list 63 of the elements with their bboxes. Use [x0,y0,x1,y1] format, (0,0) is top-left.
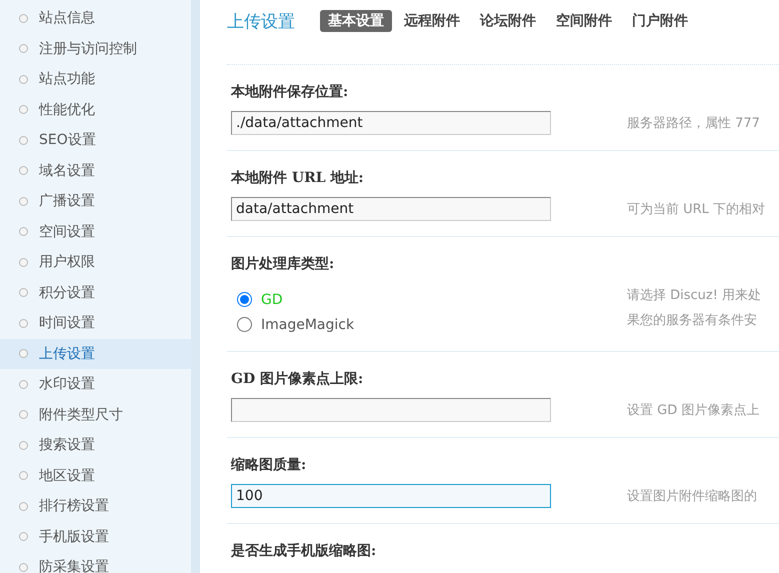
bullet-icon [19,44,28,54]
sidebar-item[interactable]: 性能优化 [0,94,191,125]
setting-label: 缩略图质量: [231,456,308,475]
sidebar-item[interactable]: 手机版设置 [0,522,191,552]
text-field[interactable] [231,398,551,422]
sidebar-item[interactable]: SEO设置 [0,125,191,156]
setting-hint: 果您的服务器有条件安 [627,312,758,330]
bullet-icon [19,532,28,542]
bullet-icon [19,471,28,480]
bullet-icon [19,258,28,267]
page-title: 上传设置 [227,10,295,32]
bullet-icon [19,318,28,328]
text-field[interactable]: ./data/attachment [231,111,551,135]
setting-label: 本地附件 URL 地址: [231,169,365,188]
setting-label: GD 图片像素点上限: [231,370,364,389]
bullet-icon [19,166,28,176]
setting-hint: 服务器路径，属性 777 [627,115,760,133]
bullet-icon [19,502,28,511]
sidebar-item[interactable]: 上传设置 [0,338,191,369]
radio-label: ImageMagick [261,316,354,332]
bullet-icon [19,105,28,114]
bullet-icon [19,196,28,206]
bullet-icon [19,288,28,298]
bullet-icon [19,380,28,389]
radio-button[interactable] [237,317,252,332]
sidebar-item[interactable]: 防采集设置 [0,552,191,573]
bullet-icon [19,14,28,23]
tab[interactable]: 空间附件 [548,10,620,32]
tab[interactable]: 基本设置 [320,10,392,32]
radio-label: GD [261,292,283,308]
text-field[interactable]: data/attachment [231,197,551,221]
sidebar-item[interactable]: 积分设置 [0,278,191,308]
sidebar-item[interactable]: 广播设置 [0,186,191,216]
sidebar-item[interactable]: 地区设置 [0,460,191,491]
sidebar-item[interactable]: 搜索设置 [0,430,191,460]
bullet-icon [19,136,28,145]
sidebar-item[interactable]: 域名设置 [0,156,191,186]
setting-hint: 请选择 Discuz! 用来处 [627,287,762,305]
sidebar-item[interactable]: 用户权限 [0,247,191,278]
setting-label: 图片处理库类型: [231,254,336,274]
sidebar-item[interactable]: 站点信息 [0,3,191,34]
sidebar-item[interactable]: 站点功能 [0,64,191,94]
radio-button[interactable] [237,292,252,307]
setting-label: 本地附件保存位置: [231,83,350,102]
text-field[interactable]: 100 [231,484,551,508]
setting-hint: 设置 GD 图片像素点上 [627,402,760,420]
bullet-icon [19,74,28,84]
sidebar-item[interactable]: 水印设置 [0,369,191,400]
bullet-icon [19,227,28,236]
sidebar-item[interactable]: 空间设置 [0,216,191,247]
bullet-icon [19,440,28,450]
bullet-icon [19,410,28,420]
bullet-icon [19,349,28,358]
sidebar-item[interactable]: 附件类型尺寸 [0,400,191,430]
sidebar-item[interactable]: 排行榜设置 [0,491,191,522]
sidebar-item[interactable]: 注册与访问控制 [0,34,191,64]
tab[interactable]: 门户附件 [624,10,696,32]
setting-label: 是否生成手机版缩略图: [231,542,378,561]
sidebar-item[interactable]: 时间设置 [0,308,191,338]
setting-hint: 设置图片附件缩略图的 [627,488,757,506]
tab[interactable]: 远程附件 [396,10,468,32]
setting-hint: 可为当前 URL 下的相对 [627,201,766,219]
tab[interactable]: 论坛附件 [472,10,544,32]
